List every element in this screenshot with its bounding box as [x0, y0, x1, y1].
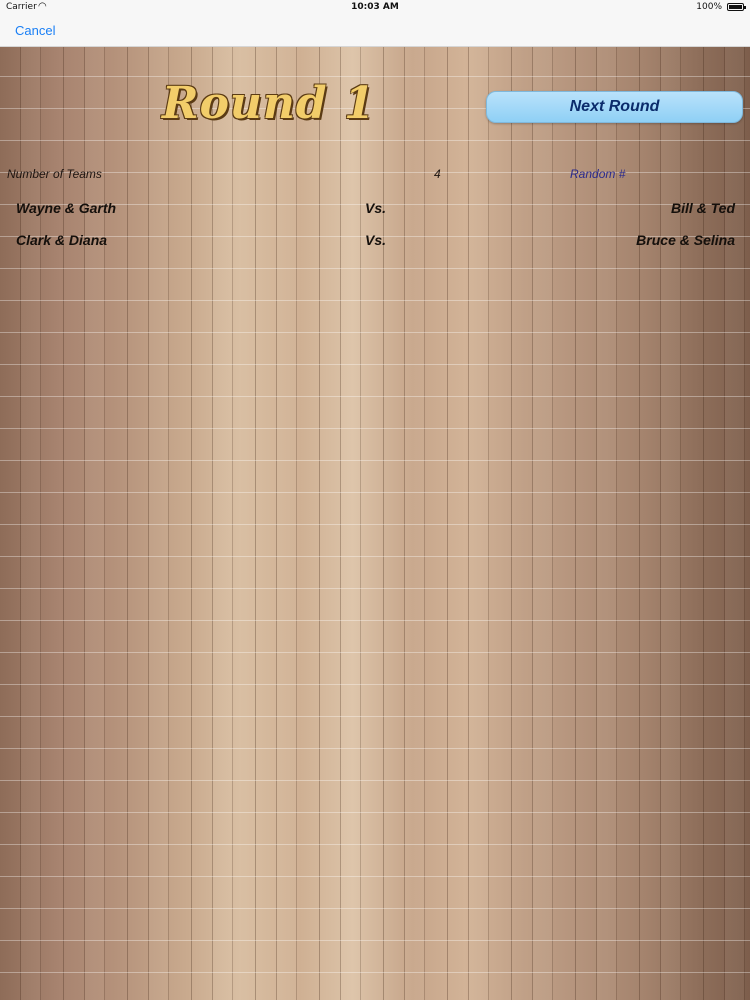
status-time: 10:03 AM: [351, 2, 399, 12]
battery-icon: [727, 3, 746, 11]
number-of-teams-label: Number of Teams: [7, 167, 102, 181]
battery-percent: 100%: [696, 2, 722, 12]
team-a-name: Clark & Diana: [16, 232, 108, 248]
team-b-name: Bill & Ted: [670, 200, 735, 216]
status-bar: Carrier ◠ 10:03 AM 100%: [0, 0, 750, 16]
cancel-button[interactable]: Cancel: [15, 23, 55, 38]
table-row[interactable]: Wayne & Garth Vs. Bill & Ted: [0, 193, 750, 225]
number-of-teams-value: 4: [434, 167, 441, 181]
random-number-label: Random #: [570, 167, 626, 181]
table-row[interactable]: Clark & Diana Vs. Bruce & Selina: [0, 225, 750, 257]
team-b-name: Bruce & Selina: [636, 232, 735, 248]
versus-label: Vs.: [365, 200, 387, 216]
next-round-button[interactable]: Next Round: [486, 91, 743, 123]
versus-label: Vs.: [365, 232, 387, 248]
team-a-name: Wayne & Garth: [16, 200, 117, 216]
wood-background: [0, 47, 750, 1000]
page-title: Round 1: [162, 78, 376, 129]
navigation-bar: Cancel: [0, 16, 750, 47]
